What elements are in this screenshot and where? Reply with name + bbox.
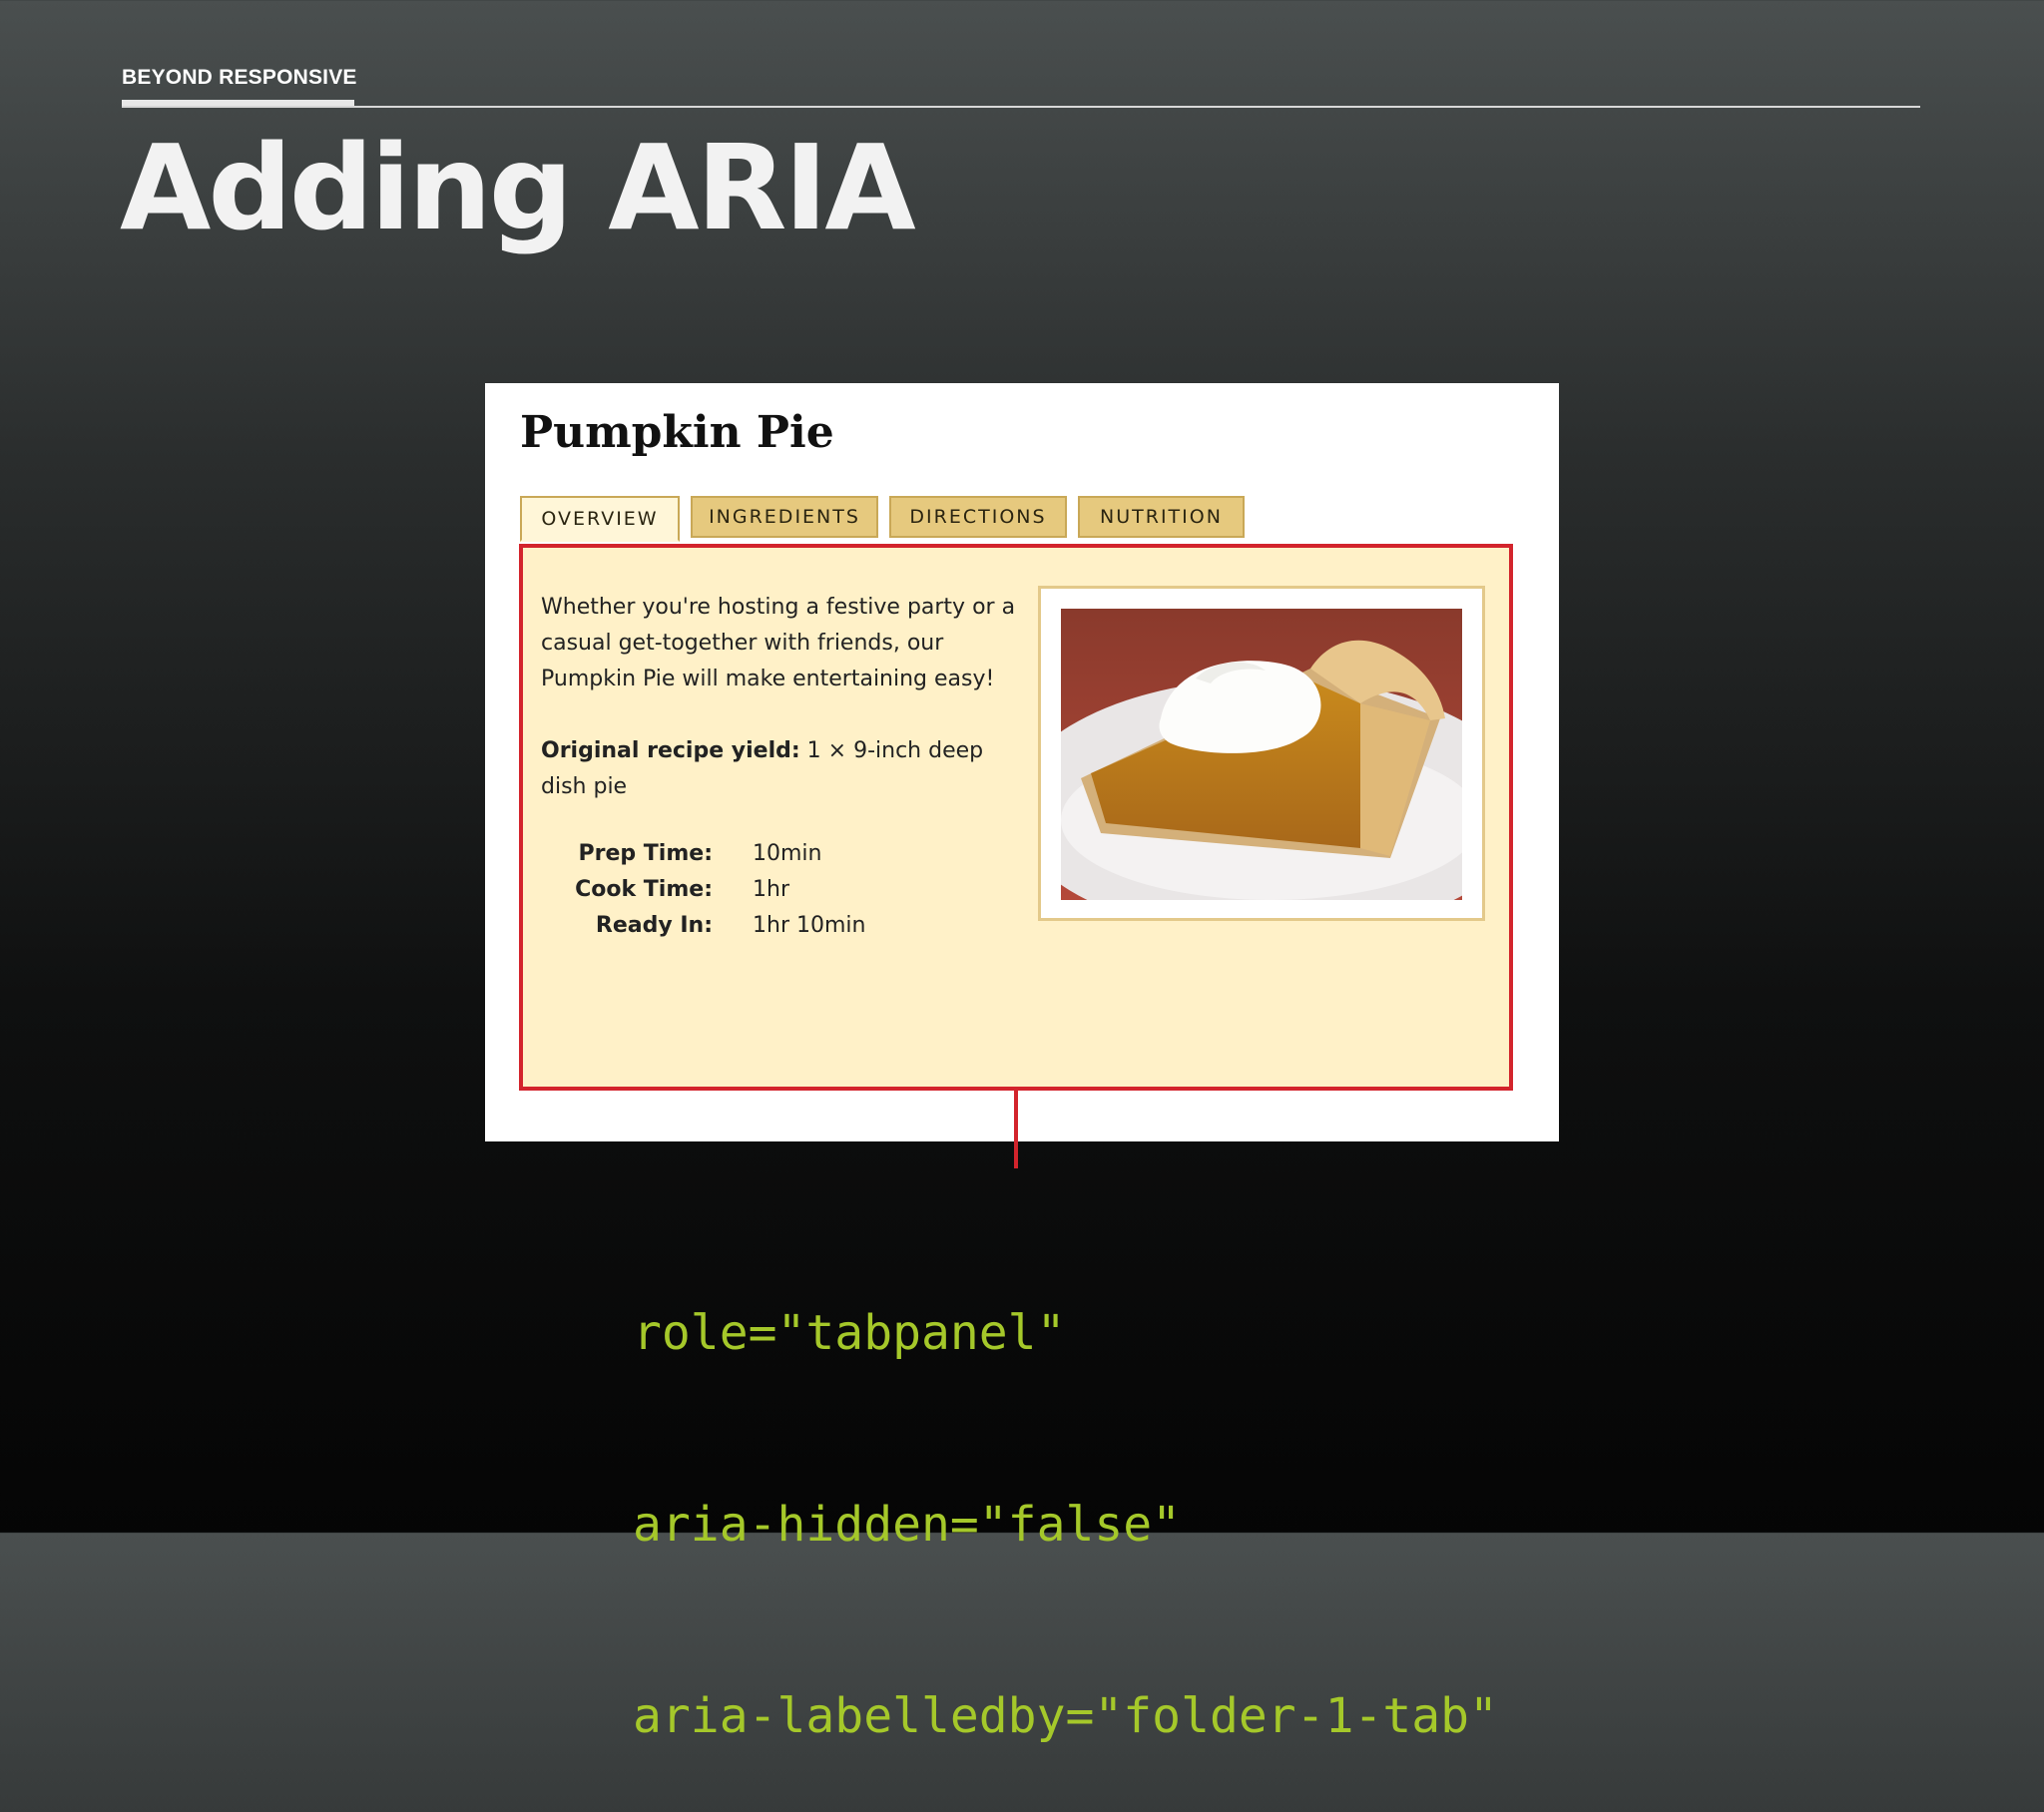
aria-code-annotation: role="tabpanel" aria-hidden="false" aria… xyxy=(633,1173,1498,1812)
code-line-aria-hidden: aria-hidden="false" xyxy=(633,1497,1182,1553)
ready-in-label: Ready In: xyxy=(595,913,713,938)
tab-overview[interactable]: OVERVIEW xyxy=(520,496,680,542)
pumpkin-pie-photo xyxy=(1061,609,1462,900)
tab-ingredients[interactable]: INGREDIENTS xyxy=(691,496,878,538)
ready-in-value: 1hr 10min xyxy=(753,913,866,938)
code-line-aria-labelledby: aria-labelledby="folder-1-tab" xyxy=(633,1688,1498,1744)
cook-time-label: Cook Time: xyxy=(575,877,713,902)
panel-connector-line xyxy=(1014,1091,1018,1168)
recipe-photo-frame xyxy=(1038,586,1485,921)
slide-title: Adding ARIA xyxy=(120,119,916,256)
prep-time-label: Prep Time: xyxy=(578,841,714,866)
recipe-title: Pumpkin Pie xyxy=(520,407,834,458)
prep-time-value: 10min xyxy=(753,841,822,866)
section-divider xyxy=(122,106,1920,108)
cook-time-value: 1hr xyxy=(753,877,789,902)
tab-panel-overview: Whether you're hosting a festive party o… xyxy=(519,544,1513,1091)
yield-label: Original recipe yield: xyxy=(541,738,800,763)
tab-nutrition[interactable]: NUTRITION xyxy=(1078,496,1245,538)
tab-directions[interactable]: DIRECTIONS xyxy=(889,496,1067,538)
code-line-role: role="tabpanel" xyxy=(633,1305,1066,1361)
recipe-yield: Original recipe yield: 1 × 9-inch deep d… xyxy=(541,733,1020,805)
recipe-intro: Whether you're hosting a festive party o… xyxy=(541,595,1016,691)
section-label: BEYOND RESPONSIVE xyxy=(122,66,357,89)
recipe-screenshot: Pumpkin Pie OVERVIEW INGREDIENTS DIRECTI… xyxy=(485,383,1559,1141)
